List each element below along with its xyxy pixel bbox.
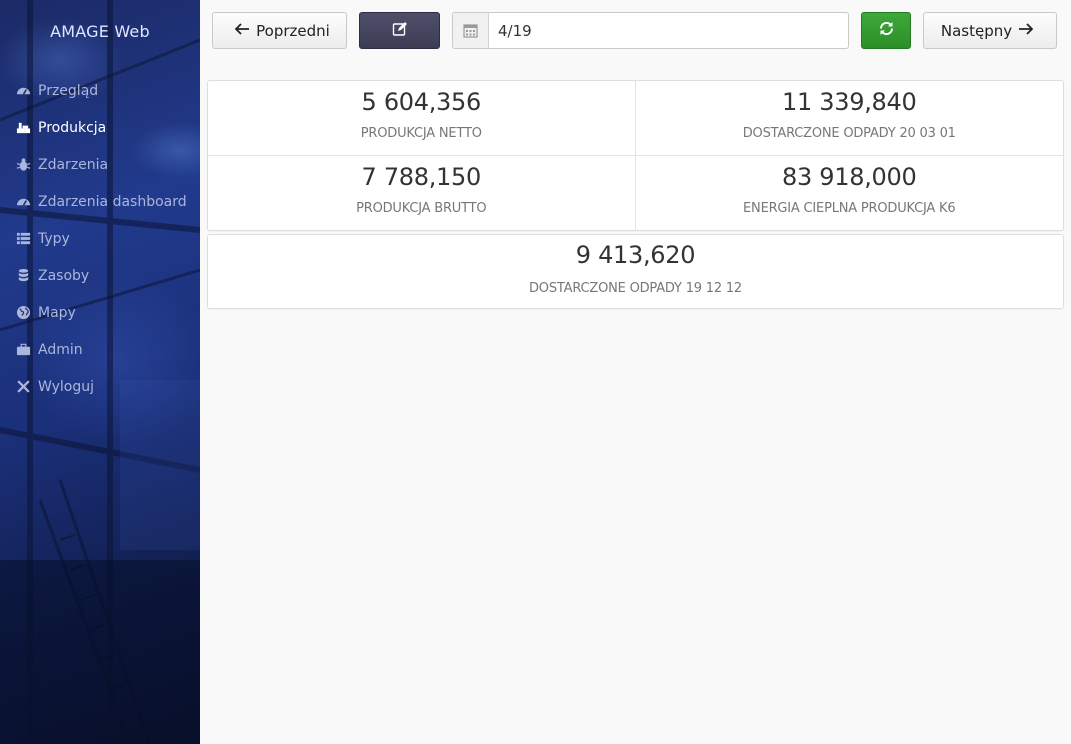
sidebar-item-label: Zdarzenia dashboard [38,193,187,210]
sidebar-nav: Przegląd Produkcja Zdarzenia Zdarzenia d… [0,72,200,405]
stats-panel: 5 604,356 PRODUKCJA NETTO 11 339,840 DOS… [207,80,1064,231]
date-picker[interactable] [452,12,849,49]
sidebar-item-zdarzenia[interactable]: Zdarzenia [0,146,200,183]
sidebar-item-wyloguj[interactable]: Wyloguj [0,368,200,405]
sidebar-item-produkcja[interactable]: Produkcja [0,109,200,146]
sidebar-item-label: Produkcja [38,119,107,136]
sidebar-item-zdarzenia-dashboard[interactable]: Zdarzenia dashboard [0,183,200,220]
edit-icon [392,21,408,41]
dashboard-icon [15,83,31,99]
sidebar-item-label: Przegląd [38,82,99,99]
refresh-icon [878,20,895,41]
next-button[interactable]: Następny [923,12,1057,49]
previous-button-label: Poprzedni [256,21,330,40]
stat-tile: 11 339,840 DOSTARCZONE ODPADY 20 03 01 [635,81,1063,156]
stat-label: DOSTARCZONE ODPADY 19 12 12 [529,281,742,296]
stat-tile: 9 413,620 DOSTARCZONE ODPADY 19 12 12 [208,235,1063,308]
bug-icon [15,157,31,173]
sidebar-item-przeglad[interactable]: Przegląd [0,72,200,109]
sidebar-item-label: Typy [38,230,70,247]
stat-value: 83 918,000 [782,163,917,191]
sidebar-item-label: Zdarzenia [38,156,109,173]
refresh-button[interactable] [861,12,911,49]
close-icon [15,379,31,395]
app-title: AMAGE Web [50,22,150,41]
sidebar-item-admin[interactable]: Admin [0,331,200,368]
arrow-left-icon [234,22,250,39]
stat-tile: 7 788,150 PRODUKCJA BRUTTO [208,156,636,231]
sidebar-item-label: Zasoby [38,267,90,284]
sidebar-item-mapy[interactable]: Mapy [0,294,200,331]
sidebar: AMAGE Web Przegląd Produkcja Zdarzenia Z… [0,0,200,744]
stat-label: PRODUKCJA BRUTTO [356,201,487,216]
sidebar-item-typy[interactable]: Typy [0,220,200,257]
stat-label: ENERGIA CIEPLNA PRODUKCJA K6 [743,201,956,216]
stat-label: PRODUKCJA NETTO [360,126,482,141]
globe-icon [15,305,31,321]
stats-panel-single: 9 413,620 DOSTARCZONE ODPADY 19 12 12 [207,234,1064,309]
stat-value: 9 413,620 [575,241,696,269]
sidebar-item-label: Wyloguj [38,378,94,395]
stat-value: 7 788,150 [361,163,482,191]
briefcase-icon [15,342,31,358]
factory-icon [15,120,31,136]
edit-button[interactable] [359,12,440,49]
sidebar-item-zasoby[interactable]: Zasoby [0,257,200,294]
calendar-icon[interactable] [453,13,489,48]
next-button-label: Następny [940,21,1013,40]
previous-button[interactable]: Poprzedni [212,12,347,49]
stat-value: 5 604,356 [361,88,482,116]
sidebar-item-label: Mapy [38,304,76,321]
stat-tile: 83 918,000 ENERGIA CIEPLNA PRODUKCJA K6 [636,156,1064,231]
database-icon [15,268,31,284]
stat-label: DOSTARCZONE ODPADY 20 03 01 [742,126,956,141]
sidebar-item-label: Admin [38,341,83,358]
dashboard-icon [15,194,31,210]
stat-value: 11 339,840 [782,88,917,116]
date-input[interactable] [489,13,848,48]
list-icon [15,231,31,247]
stat-tile: 5 604,356 PRODUKCJA NETTO [208,81,636,156]
arrow-right-icon [1018,22,1034,39]
